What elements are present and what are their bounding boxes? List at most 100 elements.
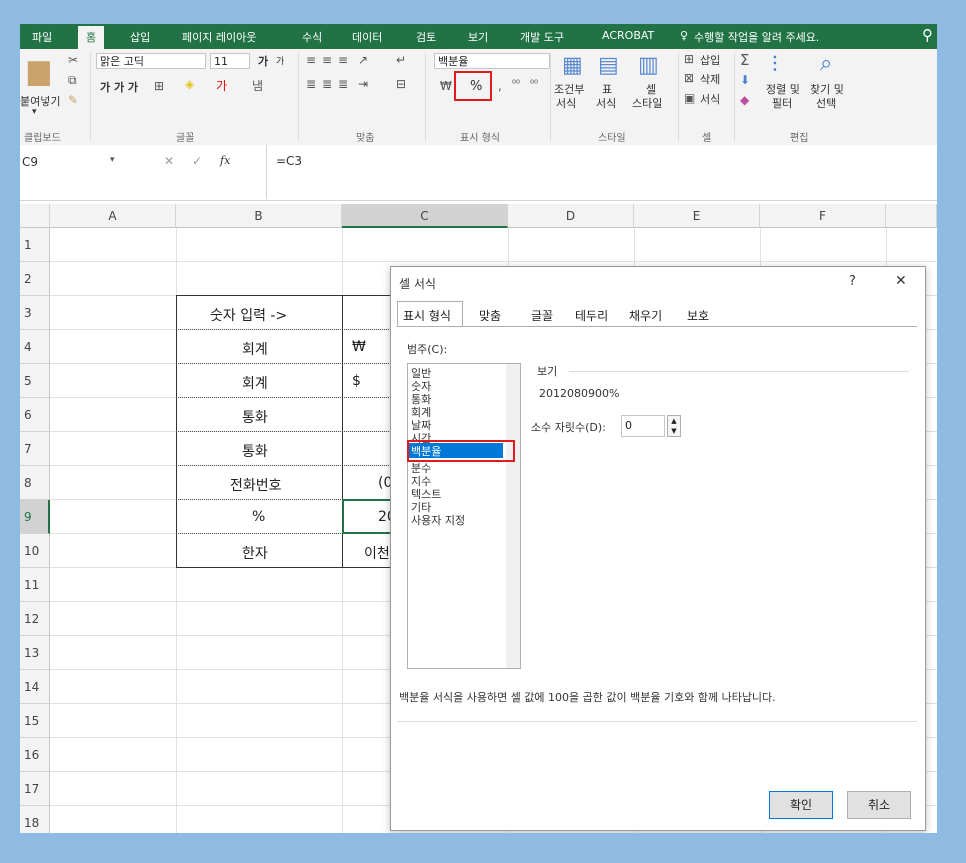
format-icon[interactable]: ▣ <box>684 91 695 105</box>
conditional-format-icon[interactable]: ▦ <box>562 53 583 78</box>
category-scrollbar[interactable] <box>506 364 520 668</box>
merge-center-icon[interactable]: ⊟ <box>396 77 406 91</box>
align-middle-icon[interactable]: ≡ <box>322 53 332 67</box>
tab-number[interactable]: 표시 형식 <box>403 307 451 324</box>
shrink-font-button[interactable]: 가 <box>276 54 284 67</box>
enter-icon[interactable]: ✓ <box>192 154 202 168</box>
cell-b3[interactable]: 숫자 입력 -> <box>210 305 287 325</box>
decimal-places-input[interactable]: 0 <box>621 415 665 437</box>
row-header[interactable]: 7 <box>20 432 50 466</box>
cancel-button[interactable]: 취소 <box>847 791 911 819</box>
column-header-e[interactable]: E <box>634 204 760 228</box>
row-header[interactable]: 9 <box>20 500 50 534</box>
row-header[interactable]: 5 <box>20 364 50 398</box>
column-header-g[interactable] <box>886 204 937 228</box>
fill-color-icon[interactable]: ◈ <box>185 77 194 91</box>
decrease-decimal-icon[interactable]: ⁰⁰ <box>530 79 538 90</box>
cell-style-icon[interactable]: ▥ <box>638 53 659 78</box>
tab-home[interactable]: 홈 <box>78 26 105 49</box>
row-header[interactable]: 3 <box>20 296 50 330</box>
column-header-f[interactable]: F <box>760 204 886 228</box>
cell-c10[interactable]: 이천 <box>364 543 390 563</box>
cell-b6[interactable]: 통화 <box>242 407 268 427</box>
cell-b7[interactable]: 통화 <box>242 441 268 461</box>
font-size-box[interactable]: 11 <box>210 53 250 69</box>
font-color-icon[interactable]: 가 <box>216 77 227 94</box>
align-top-icon[interactable]: ≡ <box>306 53 316 67</box>
tell-me-box[interactable]: 수행할 작업을 알려 주세요. <box>694 29 819 45</box>
row-header[interactable]: 11 <box>20 568 50 602</box>
tab-protection[interactable]: 보호 <box>687 307 709 324</box>
row-header[interactable]: 8 <box>20 466 50 500</box>
row-header[interactable]: 18 <box>20 806 50 833</box>
clear-icon[interactable]: ◆ <box>740 93 749 107</box>
row-header[interactable]: 4 <box>20 330 50 364</box>
column-header-d[interactable]: D <box>508 204 634 228</box>
font-name-box[interactable]: 맑은 고딕 <box>96 53 206 69</box>
column-header-c[interactable]: C <box>342 204 508 228</box>
row-header[interactable]: 14 <box>20 670 50 704</box>
delete-icon[interactable]: ⊠ <box>684 71 694 85</box>
tab-alignment[interactable]: 맞춤 <box>479 307 501 324</box>
cell-b9[interactable]: % <box>252 509 265 525</box>
close-icon[interactable]: ✕ <box>895 273 907 289</box>
grow-font-button[interactable]: 가 <box>258 53 268 69</box>
tab-font[interactable]: 글꼴 <box>531 307 553 324</box>
copy-icon[interactable]: ⧉ <box>68 73 77 88</box>
sort-filter-icon[interactable]: ⫶ <box>772 53 778 78</box>
row-header[interactable]: 12 <box>20 602 50 636</box>
paste-dropdown-icon[interactable]: ▾ <box>32 107 37 117</box>
category-item[interactable]: 사용자 지정 <box>411 512 465 528</box>
align-left-icon[interactable]: ≣ <box>306 77 316 91</box>
orientation-icon[interactable]: ↗ <box>358 53 368 67</box>
clipboard-icon[interactable]: ▆ <box>28 53 50 86</box>
format-painter-icon[interactable]: ✎ <box>68 93 78 107</box>
cell-b4[interactable]: 회계 <box>242 339 268 359</box>
tab-review[interactable]: 검토 <box>416 29 436 45</box>
row-header[interactable]: 1 <box>20 228 50 262</box>
row-header[interactable]: 10 <box>20 534 50 568</box>
tab-border[interactable]: 테두리 <box>575 307 608 324</box>
bold-italic-underline[interactable]: 가 가 가 <box>100 79 138 95</box>
align-bottom-icon[interactable]: ≡ <box>338 53 348 67</box>
indent-icon[interactable]: ⇥ <box>358 77 368 91</box>
user-icon[interactable]: ⚲ <box>922 26 933 44</box>
tab-acrobat[interactable]: ACROBAT <box>602 29 654 42</box>
cancel-icon[interactable]: ✕ <box>164 154 174 168</box>
formula-input[interactable]: =C3 <box>276 154 302 168</box>
tab-developer[interactable]: 개발 도구 <box>520 29 564 45</box>
function-icon[interactable]: fx <box>220 154 230 167</box>
insert-button[interactable]: 삽입 <box>700 52 720 68</box>
accounting-format-icon[interactable]: ₩ <box>440 79 452 93</box>
row-header[interactable]: 17 <box>20 772 50 806</box>
cell-c4[interactable]: ₩ <box>352 339 366 355</box>
table-format-icon[interactable]: ▤ <box>598 53 619 78</box>
row-header[interactable]: 16 <box>20 738 50 772</box>
delete-button[interactable]: 삭제 <box>700 71 720 87</box>
autosum-icon[interactable]: Σ <box>740 51 749 69</box>
align-right-icon[interactable]: ≣ <box>338 77 348 91</box>
cell-c5[interactable]: $ <box>352 373 361 389</box>
cell-b5[interactable]: 회계 <box>242 373 268 393</box>
name-box-dropdown-icon[interactable]: ▾ <box>110 155 115 165</box>
tab-view[interactable]: 보기 <box>468 29 488 45</box>
paste-button[interactable]: 붙여넣기 <box>20 93 60 109</box>
decimal-spinner[interactable]: ▲ ▼ <box>667 415 681 437</box>
cell-b10[interactable]: 한자 <box>242 543 268 563</box>
row-header[interactable]: 13 <box>20 636 50 670</box>
tab-insert[interactable]: 삽입 <box>130 29 150 45</box>
tab-file[interactable]: 파일 <box>32 29 52 45</box>
fill-icon[interactable]: ⬇ <box>740 73 750 87</box>
insert-icon[interactable]: ⊞ <box>684 52 694 66</box>
help-icon[interactable]: ? <box>849 274 856 289</box>
column-header-b[interactable]: B <box>176 204 342 228</box>
cell-b8[interactable]: 전화번호 <box>230 475 282 495</box>
increase-decimal-icon[interactable]: ⁰⁰ <box>512 79 520 90</box>
tab-fill[interactable]: 채우기 <box>629 307 662 324</box>
ok-button[interactable]: 확인 <box>769 791 833 819</box>
row-header[interactable]: 2 <box>20 262 50 296</box>
align-center-icon[interactable]: ≣ <box>322 77 332 91</box>
search-icon[interactable]: ⌕ <box>820 51 832 76</box>
tab-formulas[interactable]: 수식 <box>302 29 322 45</box>
row-header[interactable]: 6 <box>20 398 50 432</box>
